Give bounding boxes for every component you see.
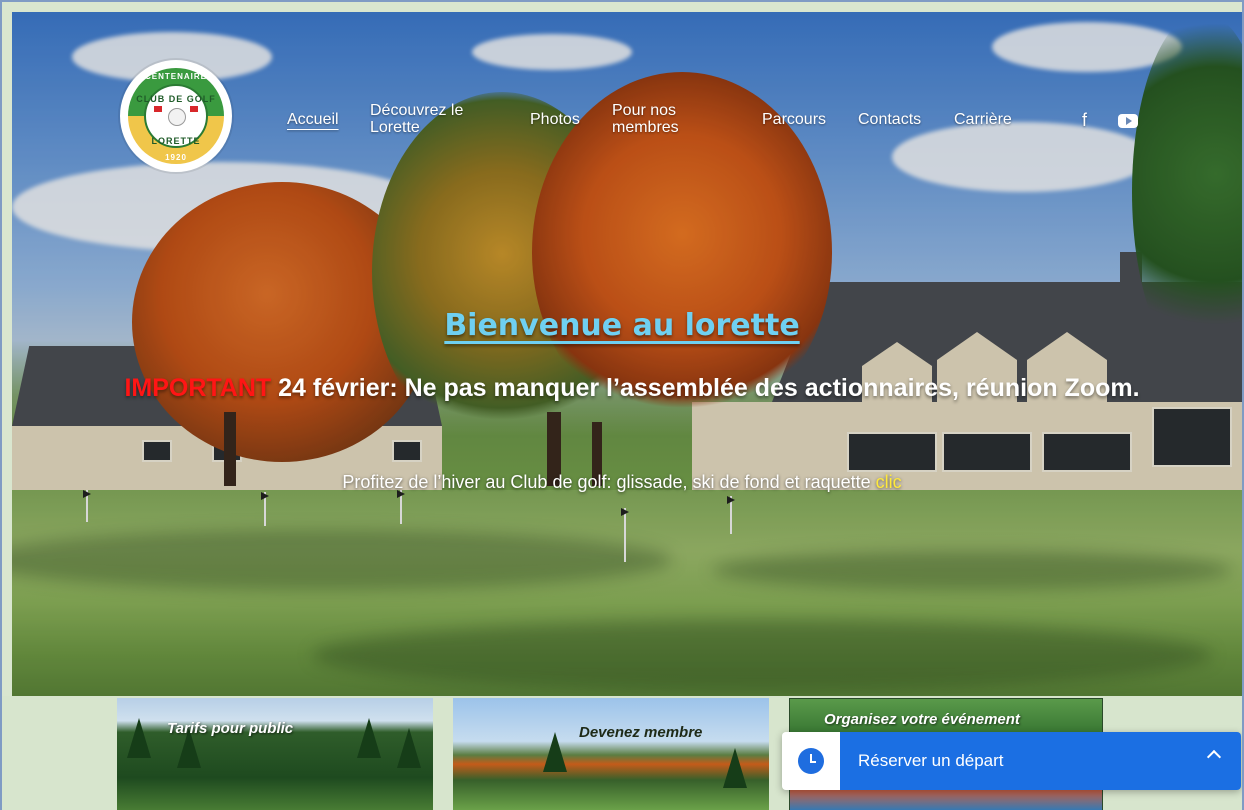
card-tarifs[interactable]: Tarifs pour public <box>117 698 433 810</box>
logo-text-bottom: LORETTE <box>151 136 201 146</box>
hero-title[interactable]: Bienvenue au lorette <box>444 308 799 343</box>
logo-year: 1920 <box>165 153 187 162</box>
flag-icon <box>154 106 162 112</box>
nav-item-photos[interactable]: Photos <box>530 112 580 128</box>
winter-link[interactable]: clic <box>876 472 902 492</box>
flag-icon <box>190 106 198 112</box>
golf-ball-icon <box>168 108 186 126</box>
logo-text-top: CENTENAIRE <box>144 72 207 81</box>
winter-text: Profitez de l’hiver au Club de golf: gli… <box>342 472 876 492</box>
booking-icon-wrap <box>782 732 840 790</box>
booking-label: Réserver un départ <box>858 751 1004 770</box>
card-title: Tarifs pour public <box>167 720 294 737</box>
chevron-up-icon[interactable] <box>1206 749 1222 765</box>
important-label: IMPORTANT <box>124 374 272 402</box>
nav-item-carriere[interactable]: Carrière <box>954 112 1012 128</box>
youtube-icon[interactable] <box>1118 114 1138 128</box>
card-title: Organisez votre événement <box>824 711 1020 728</box>
club-logo[interactable]: CENTENAIRE CLUB DE GOLF LORETTE 1920 <box>120 60 232 172</box>
booking-widget[interactable]: Réserver un départ <box>782 732 1241 790</box>
announcement-text: 24 février: Ne pas manquer l’assemblée d… <box>271 374 1140 402</box>
winter-message: Profitez de l’hiver au Club de golf: gli… <box>2 472 1242 493</box>
booking-button[interactable]: Réserver un départ <box>840 732 1241 790</box>
clock-icon <box>798 748 824 774</box>
announcement: IMPORTANT 24 février: Ne pas manquer l’a… <box>102 372 1162 404</box>
nav-item-accueil[interactable]: Accueil <box>287 112 339 128</box>
facebook-icon[interactable]: f <box>1082 110 1087 131</box>
hero-title-wrap: Bienvenue au lorette <box>2 308 1242 343</box>
nav-item-contacts[interactable]: Contacts <box>858 112 921 128</box>
browser-frame: CENTENAIRE CLUB DE GOLF LORETTE 1920 Acc… <box>0 0 1244 810</box>
card-membre[interactable]: Devenez membre <box>453 698 769 810</box>
nav-item-decouvrez[interactable]: Découvrez le Lorette <box>370 102 480 136</box>
logo-text-middle: CLUB DE GOLF <box>136 94 216 104</box>
nav-item-membres[interactable]: Pour nos membres <box>612 102 702 136</box>
card-title: Devenez membre <box>579 724 703 741</box>
nav-item-parcours[interactable]: Parcours <box>762 112 826 128</box>
